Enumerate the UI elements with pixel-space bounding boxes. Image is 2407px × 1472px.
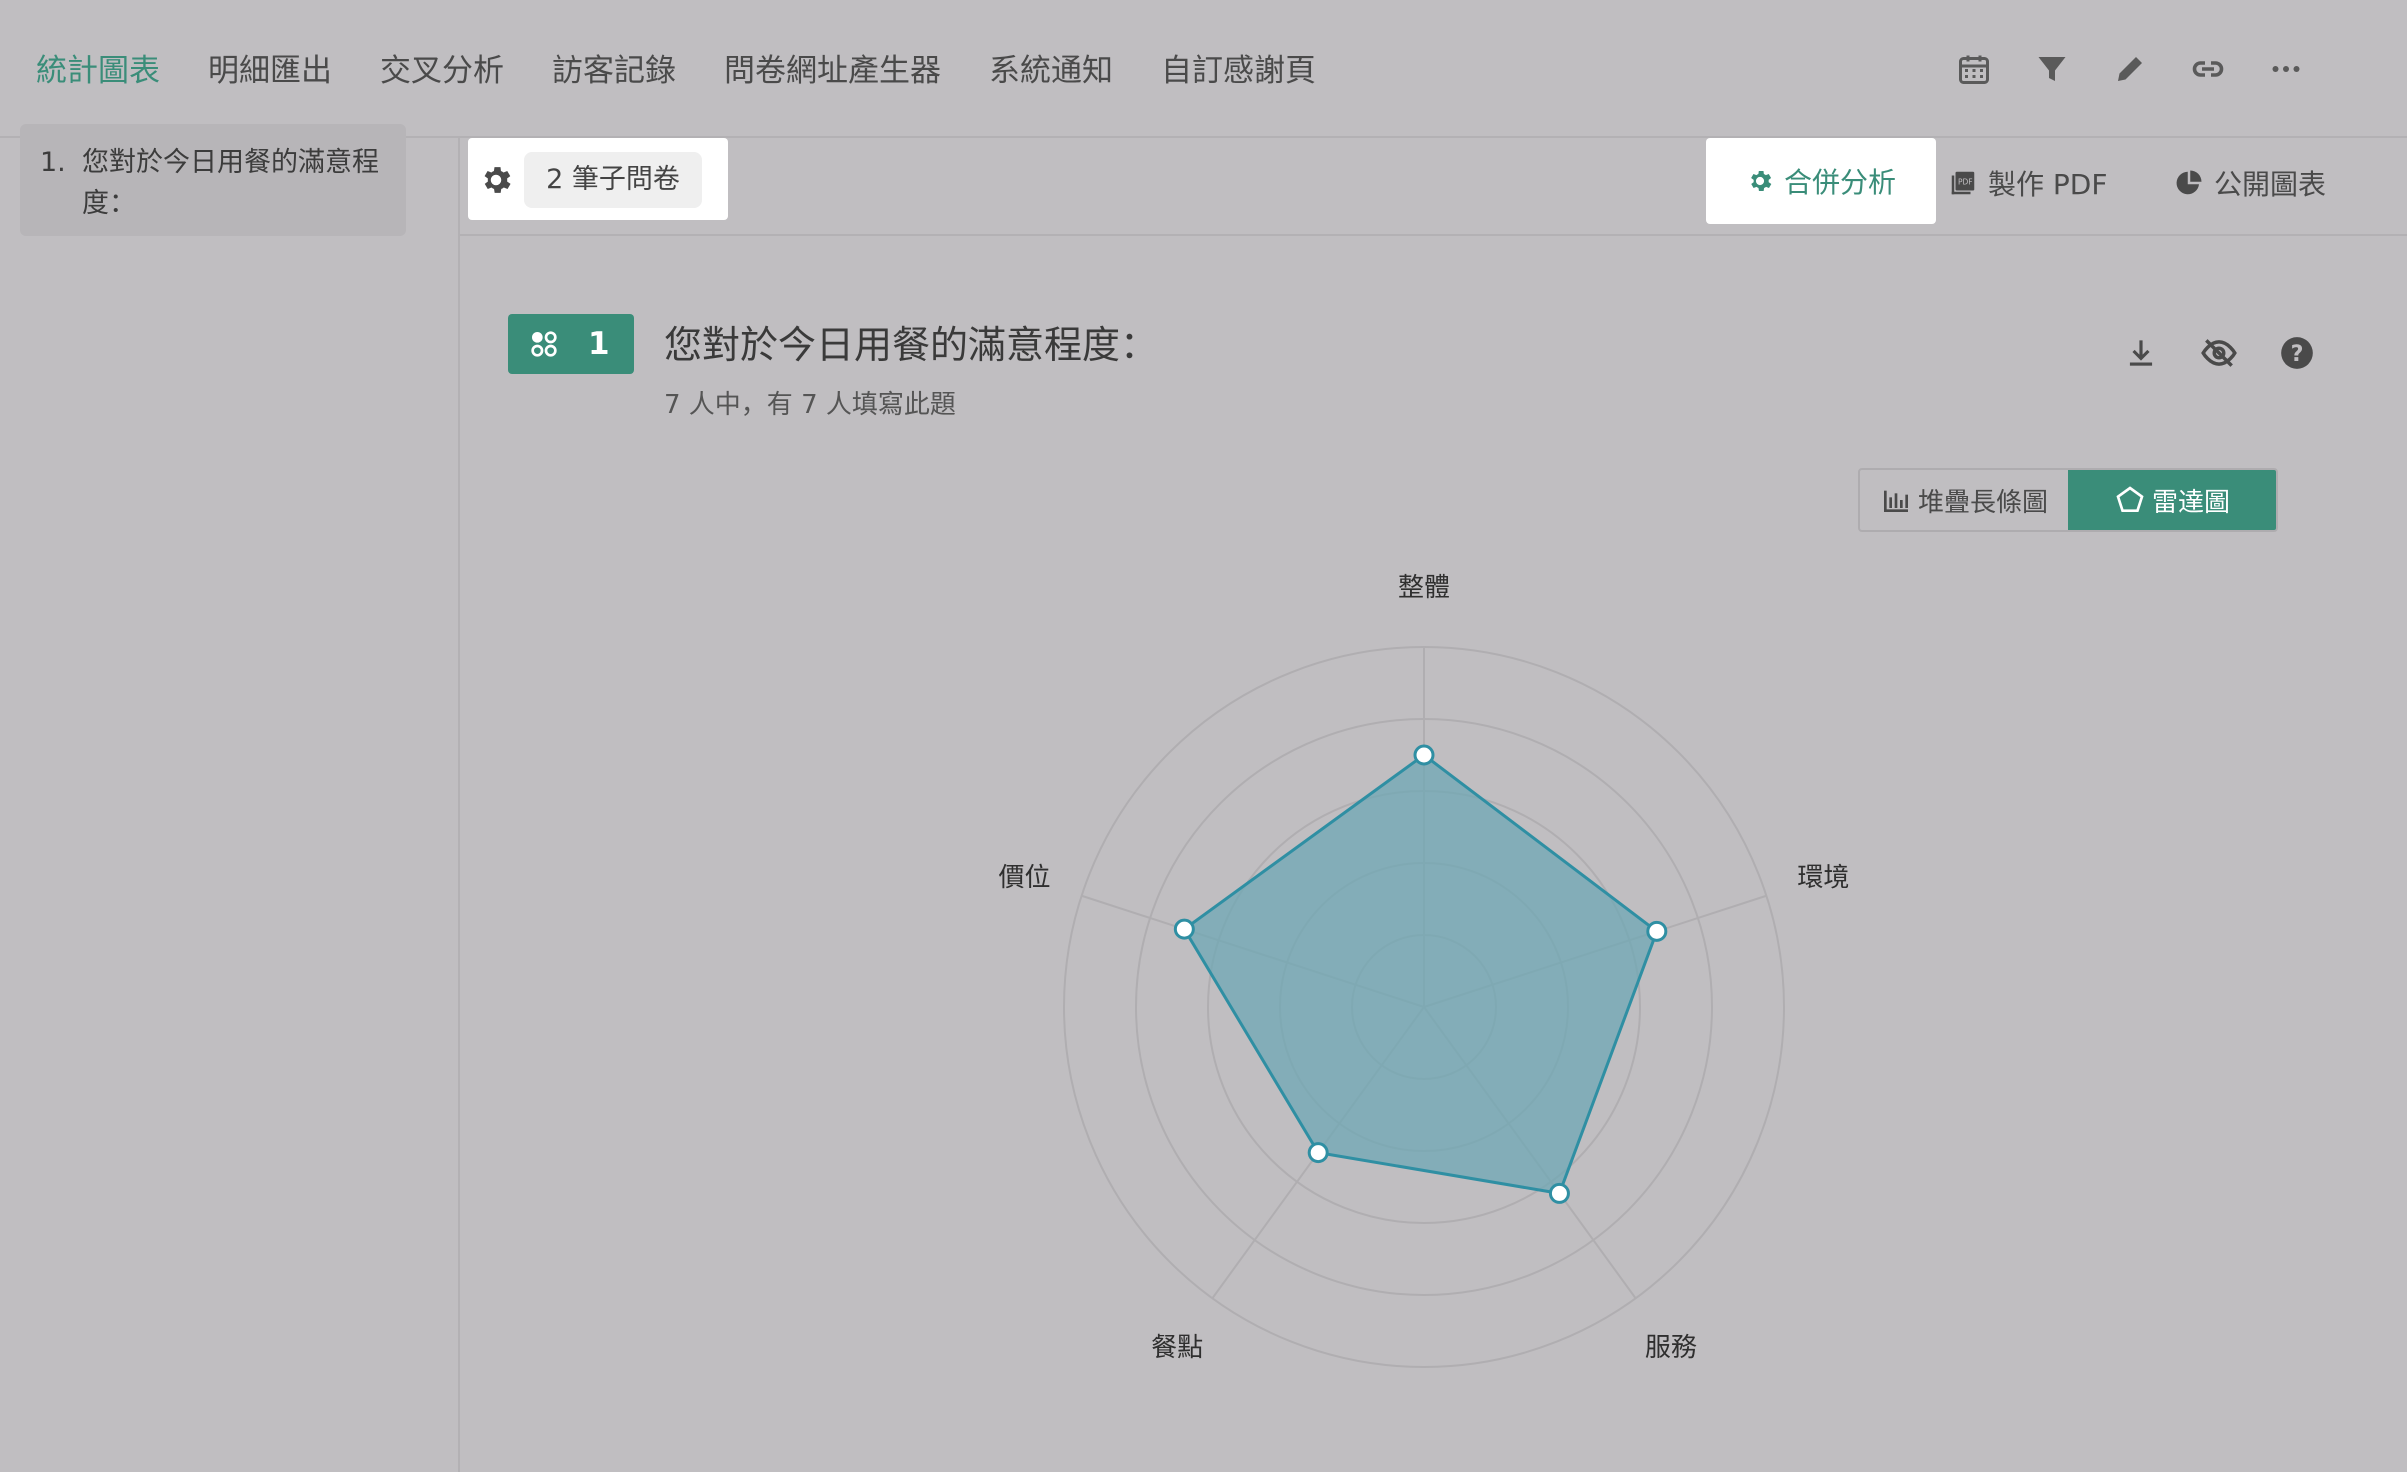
tab-statistics-chart[interactable]: 統計圖表: [36, 0, 160, 138]
sub-toolbar: [460, 138, 2407, 236]
radar-data-point-2[interactable]: [1548, 1182, 1570, 1204]
top-toolbar: [1921, 44, 2311, 94]
public-chart-label: 公開圖表: [2214, 168, 2327, 201]
svg-text:PDF: PDF: [1958, 177, 1973, 186]
tab-visitor-log[interactable]: 訪客記錄: [552, 0, 676, 136]
hide-eye-icon[interactable]: [2196, 330, 2242, 376]
top-navigation: 統計圖表 明細匯出 交叉分析 訪客記錄 問卷網址產生器 系統通知 自訂感謝頁: [0, 0, 2407, 138]
subset-count-button[interactable]: 2 筆子問卷: [524, 152, 702, 208]
merge-analysis-label: 合併分析: [1783, 166, 1896, 199]
response-count: 7 人中，有 7 人填寫此題: [664, 390, 956, 420]
question-sidebar: [0, 138, 460, 1472]
radar-chart-button[interactable]: 雷達圖: [2068, 470, 2276, 530]
radar-grid-ring: [1351, 934, 1497, 1080]
gear-icon: [1751, 170, 1772, 192]
public-chart-button[interactable]: 公開圖表: [2174, 158, 2326, 208]
radar-data-point-3[interactable]: [1307, 1142, 1329, 1164]
radar-axis-label-4: 價位: [999, 863, 1051, 893]
grid-dots-icon: [531, 331, 557, 357]
tab-detail-export[interactable]: 明細匯出: [208, 0, 332, 136]
pdf-icon: PDF: [1951, 171, 1975, 195]
tab-cross-analysis[interactable]: 交叉分析: [380, 0, 504, 136]
question-number: 1: [588, 326, 610, 362]
make-pdf-label: 製作 PDF: [1988, 168, 2108, 201]
question-tools: ?: [2118, 330, 2352, 376]
radar-grid-ring: [1279, 862, 1569, 1152]
radar-axis-label-3: 餐點: [1151, 1333, 1203, 1363]
radar-series: [1173, 744, 1668, 1204]
radar-axis-labels: 整體環境服務 餐點 價位: [999, 573, 1850, 1363]
radar-data-point-4[interactable]: [1173, 918, 1195, 940]
link-icon[interactable]: [2183, 44, 2233, 94]
pie-chart-icon: [2176, 170, 2202, 195]
download-icon[interactable]: [2118, 330, 2164, 376]
tab-system-notice[interactable]: 系統通知: [989, 0, 1113, 136]
tab-url-generator[interactable]: 問卷網址產生器: [724, 0, 941, 136]
filter-icon[interactable]: [2027, 44, 2077, 94]
question-title: 您對於今日用餐的滿意程度：: [664, 323, 1159, 367]
radar-chart-label: 雷達圖: [2151, 487, 2230, 518]
radar-axis-label-0: 整體: [1398, 573, 1450, 603]
stacked-bar-chart-button[interactable]: 堆疊長條圖: [1860, 470, 2068, 530]
radar-axis-label-2: 服務: [1645, 1333, 1697, 1363]
sidebar-question-number: 1.: [40, 147, 66, 178]
radar-axis-line: [1211, 1006, 1425, 1299]
svg-text:?: ?: [2291, 341, 2304, 367]
radar-grid-ring: [1063, 646, 1785, 1368]
radar-series-area: [1182, 753, 1659, 1196]
radar-grid: [1063, 646, 1785, 1368]
tab-bar: 統計圖表 明細匯出 交叉分析 訪客記錄 問卷網址產生器 系統通知 自訂感謝頁: [36, 0, 1364, 138]
more-icon[interactable]: [2261, 44, 2311, 94]
radar-axis-line: [1423, 1006, 1637, 1299]
merge-analysis-button[interactable]: 合併分析: [1706, 138, 1936, 224]
make-pdf-button[interactable]: PDF 製作 PDF: [1948, 158, 2107, 208]
question-number-badge: 1: [508, 314, 634, 374]
calendar-icon[interactable]: [1949, 44, 1999, 94]
settings-gear-icon[interactable]: [478, 162, 514, 198]
sidebar-question-label: 您對於今日用餐的滿意程度：: [82, 147, 379, 219]
sidebar-question-item[interactable]: 1. 您對於今日用餐的滿意程度：: [20, 124, 406, 236]
radar-grid-ring: [1135, 718, 1713, 1296]
radar-data-point-0[interactable]: [1413, 744, 1435, 766]
pentagon-icon: [2116, 486, 2144, 512]
radar-data-point-1[interactable]: [1646, 920, 1668, 942]
radar-axis-label-1: 環境: [1797, 863, 1849, 893]
radar-axis-line: [1081, 894, 1425, 1008]
help-icon[interactable]: ?: [2274, 330, 2320, 376]
stacked-bar-chart-label: 堆疊長條圖: [1917, 487, 2048, 518]
bar-chart-icon: [1883, 490, 1908, 512]
chart-type-toggle: 堆疊長條圖 雷達圖: [1858, 468, 2278, 532]
pencil-icon[interactable]: [2105, 44, 2155, 94]
radar-grid-ring: [1207, 790, 1641, 1224]
tab-custom-thanks-page[interactable]: 自訂感謝頁: [1161, 0, 1316, 136]
radar-axis-line: [1423, 894, 1767, 1008]
